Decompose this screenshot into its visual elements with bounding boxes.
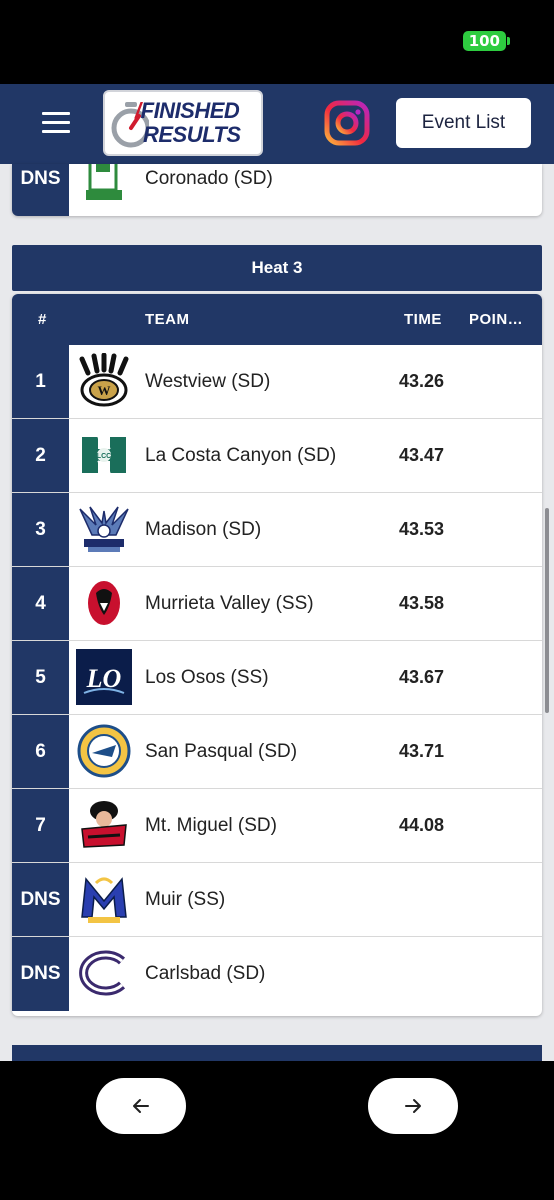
westview-logo-icon: W <box>79 353 129 407</box>
table-row[interactable]: DNS Coronado (SD) <box>12 164 542 216</box>
san-pasqual-logo-icon <box>77 724 131 778</box>
time-cell: 44.08 <box>399 815 445 835</box>
battery-icon <box>507 37 510 45</box>
place-cell: 4 <box>12 567 69 640</box>
time-cell: 43.58 <box>399 593 445 613</box>
carlsbad-logo-icon <box>79 950 126 996</box>
arrow-left-icon <box>133 1099 149 1113</box>
coronado-logo-icon <box>86 164 122 200</box>
arrow-right-icon <box>405 1099 421 1113</box>
table-row[interactable]: 3 Madison (SD) 43.53 <box>12 493 542 567</box>
los-osos-logo-icon: LO <box>76 649 132 705</box>
place-cell: DNS <box>12 164 69 216</box>
team-name: Carlsbad (SD) <box>145 963 266 984</box>
place-cell: 5 <box>12 641 69 714</box>
time-cell: 43.26 <box>399 371 445 391</box>
team-name: La Costa Canyon (SD) <box>145 444 337 466</box>
finished-results-logo[interactable]: /FINISHED RESULTS <box>103 90 263 156</box>
team-name: Los Osos (SS) <box>145 666 269 688</box>
bottom-bar <box>0 1061 554 1200</box>
place-cell: 3 <box>12 493 69 566</box>
team-name: Muir (SS) <box>145 888 226 910</box>
team-name: Westview (SD) <box>145 370 271 392</box>
place-cell: 2 <box>12 419 69 492</box>
previous-button[interactable] <box>96 1078 186 1134</box>
muir-logo-icon <box>81 877 127 923</box>
time-cell: 43.47 <box>399 445 445 465</box>
time-cell: 43.71 <box>399 741 445 761</box>
place-cell: 6 <box>12 715 69 788</box>
table-row[interactable]: 1 W Westview (SD) 43.26 <box>12 345 542 419</box>
column-header-place[interactable]: # <box>38 294 47 345</box>
table-row[interactable]: 7 Mt. Miguel (SD) 44.08 <box>12 789 542 863</box>
table-row[interactable]: 4 Murrieta Valley (SS) 43.58 <box>12 567 542 641</box>
scrollbar[interactable] <box>545 508 549 713</box>
place-cell: DNS <box>12 863 69 936</box>
event-list-button[interactable]: Event List <box>396 98 531 148</box>
team-name: San Pasqual (SD) <box>145 740 298 762</box>
logo-line2: RESULTS <box>143 122 241 147</box>
next-heat-header <box>12 1045 542 1061</box>
column-header-time[interactable]: TIME <box>404 294 442 345</box>
logo-line1: FINISHED <box>140 98 240 123</box>
la-costa-canyon-logo-icon: LCC <box>82 436 126 474</box>
column-header-points[interactable]: POIN… <box>469 294 523 345</box>
logo-text: /FINISHED RESULTS <box>135 98 241 147</box>
table-header: # TEAM TIME POIN… <box>12 294 542 345</box>
team-name: Murrieta Valley (SS) <box>145 592 314 614</box>
table-row[interactable]: 6 San Pasqual (SD) 43.71 <box>12 715 542 789</box>
svg-text:W: W <box>98 383 111 398</box>
place-cell: DNS <box>12 937 69 1011</box>
hamburger-menu-icon[interactable] <box>42 112 70 134</box>
table-row[interactable]: DNS Muir (SS) <box>12 863 542 937</box>
next-button[interactable] <box>368 1078 458 1134</box>
madison-logo-icon <box>79 506 129 552</box>
table-row[interactable]: 5 LO Los Osos (SS) 43.67 <box>12 641 542 715</box>
table-row[interactable]: 2 LCC La Costa Canyon (SD) 43.47 <box>12 419 542 493</box>
column-header-team[interactable]: TEAM <box>145 294 190 345</box>
svg-text:LCC: LCC <box>97 453 111 460</box>
mt-miguel-logo-icon <box>81 801 127 848</box>
team-name: Coronado (SD) <box>145 168 273 189</box>
heat-results-table: # TEAM TIME POIN… 1 W Westview (SD) 43.2… <box>12 294 542 1016</box>
time-cell: 43.53 <box>399 519 445 539</box>
place-cell: 1 <box>12 345 69 418</box>
instagram-icon[interactable] <box>323 99 371 147</box>
table-row[interactable]: DNS Carlsbad (SD) <box>12 937 542 1011</box>
battery-indicator: 100 <box>462 31 506 51</box>
team-name: Mt. Miguel (SD) <box>145 814 277 836</box>
team-name: Madison (SD) <box>145 518 262 540</box>
time-cell: 43.67 <box>399 667 445 687</box>
murrieta-valley-logo-icon <box>88 581 120 625</box>
previous-heat-card: DNS Coronado (SD) <box>12 164 542 216</box>
place-cell: 7 <box>12 789 69 862</box>
heat-title: Heat 3 <box>12 245 542 291</box>
